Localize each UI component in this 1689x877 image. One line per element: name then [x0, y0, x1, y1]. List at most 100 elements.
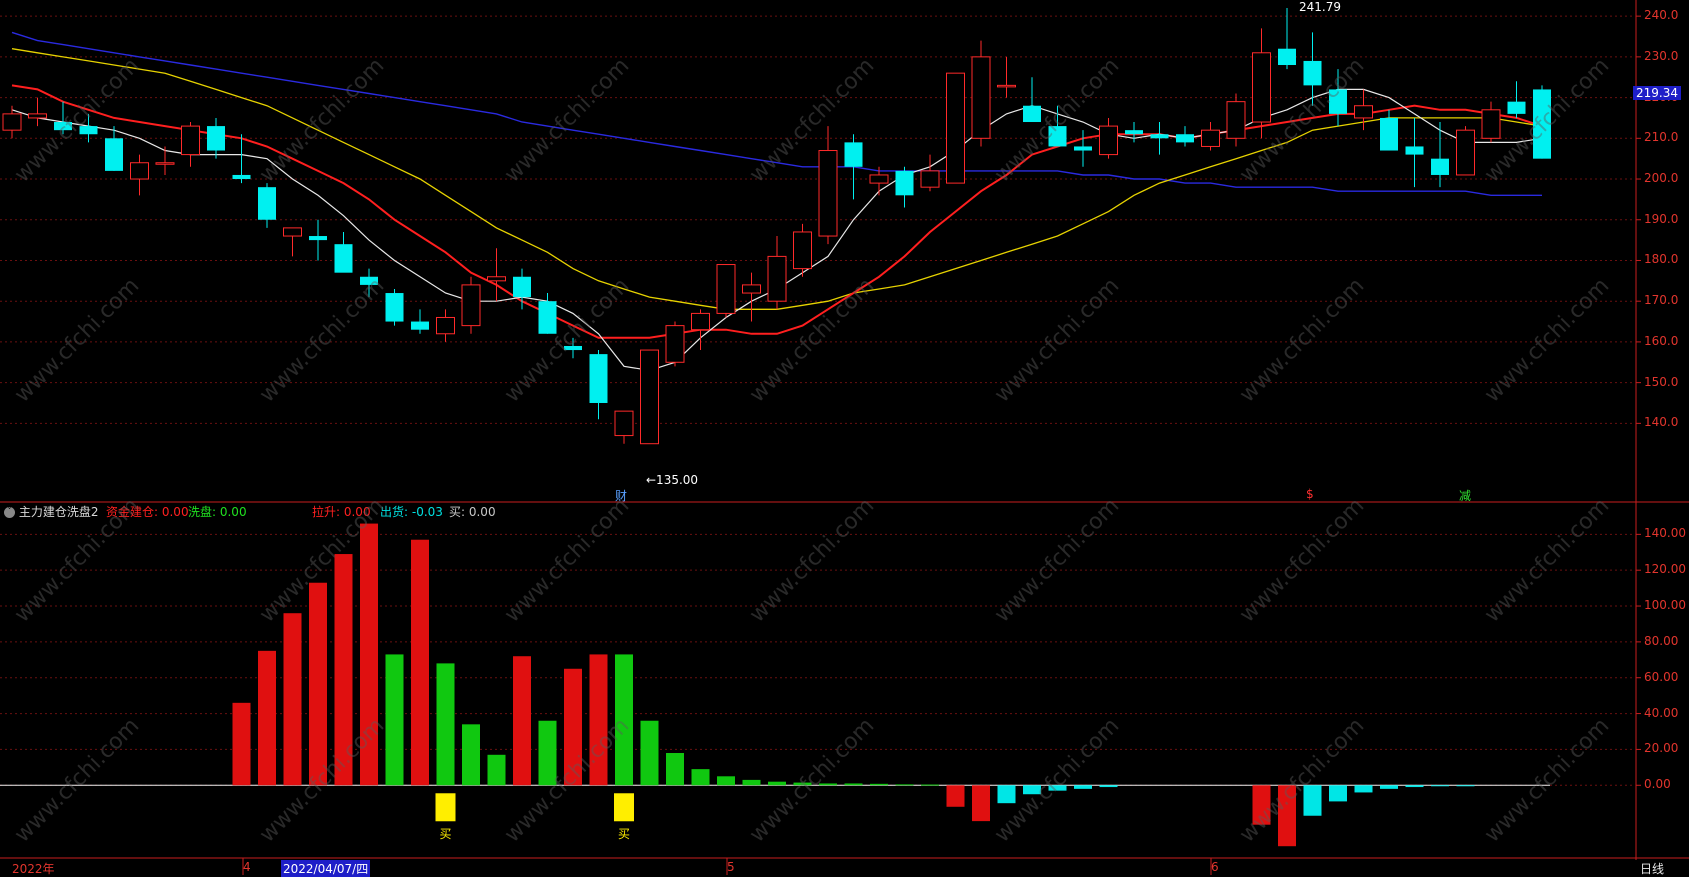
indicator-bar: [844, 783, 863, 786]
candle-body: [742, 284, 761, 294]
low-price-label: ←135.00: [646, 473, 699, 487]
indicator-bar: [334, 554, 353, 786]
candle-body: [207, 126, 225, 151]
indicator-bar: [1278, 785, 1296, 847]
candle-body: [411, 321, 429, 330]
candle-body: [1074, 146, 1092, 151]
candle-body: [1481, 109, 1501, 139]
candle-body: [971, 56, 991, 139]
indicator-field: 出货: -0.03: [380, 503, 443, 520]
event-mark-reduce[interactable]: 减: [1459, 487, 1471, 504]
high-price-label: 241.79: [1299, 0, 1341, 14]
indicator-bar: [513, 656, 531, 786]
indicator-bar: [411, 539, 429, 786]
cursor-date: 2022/04/07/四: [281, 860, 371, 877]
indicator-collapse-icon[interactable]: ˅: [4, 507, 15, 518]
chart-canvas[interactable]: [0, 0, 1689, 875]
candle-body: [844, 142, 863, 167]
candle-body: [2, 113, 22, 131]
candle-body: [1252, 52, 1271, 123]
price-tick-label: 240.0: [1644, 8, 1679, 23]
indicator-field-value: -0.03: [408, 505, 443, 519]
indicator-bar: [972, 785, 990, 822]
indicator-bar: [895, 784, 914, 786]
indicator-bar: [1099, 785, 1118, 788]
indicator-bar: [768, 781, 786, 786]
price-tick-label: 180.0: [1644, 252, 1679, 267]
indicator-bar: [666, 753, 684, 786]
ma5-line: [11, 88, 1543, 372]
candle-body: [258, 187, 276, 220]
indicator-bar: [462, 724, 480, 786]
indicator-bar: [997, 785, 1016, 804]
period-label[interactable]: 日线: [1640, 860, 1664, 877]
candle-body: [232, 174, 251, 180]
axis-month-6: 6: [1211, 860, 1219, 874]
candle-body: [360, 276, 378, 285]
indicator-field: 拉升: 0.00: [312, 503, 371, 520]
indicator-bar: [1456, 785, 1475, 787]
price-tick-label: 160.0: [1644, 333, 1679, 348]
event-mark-dividend[interactable]: $: [1306, 487, 1314, 501]
candle-body: [1329, 89, 1347, 114]
indicator-bar: [385, 654, 404, 786]
indicator-field-value: 0.00: [216, 505, 247, 519]
candle-body: [79, 126, 98, 135]
axis-month-5: 5: [727, 860, 735, 874]
candle-body: [640, 349, 659, 445]
candle-body: [1201, 129, 1220, 147]
indicator-bar: [487, 754, 506, 786]
candle-body: [513, 276, 531, 298]
event-mark-finance[interactable]: 财: [615, 487, 627, 504]
indicator-field-value: 0.00: [158, 505, 189, 519]
candle-body: [920, 170, 940, 188]
candle-body: [283, 227, 302, 237]
indicator-field-label: 洗盘:: [188, 505, 217, 519]
candle-body: [818, 150, 838, 237]
indicator-field: 买: 0.00: [449, 503, 496, 520]
indicator-bar: [1380, 785, 1398, 789]
candle-body: [487, 276, 506, 282]
candle-body: [1431, 158, 1449, 175]
buy-signal-label: 买: [618, 827, 631, 842]
axis-year: 2022年: [12, 862, 55, 876]
indicator-field-label: 拉升:: [312, 505, 341, 519]
indicator-field-label: 出货:: [380, 505, 409, 519]
indicator-tick-label: 20.00: [1644, 741, 1679, 756]
indicator-field-value: 0.00: [340, 505, 371, 519]
candle-body: [334, 244, 353, 273]
candle-body: [309, 236, 327, 241]
indicator-tick-label: 40.00: [1644, 705, 1679, 720]
indicator-bar: [921, 784, 939, 786]
indicator-bar: [360, 523, 378, 786]
indicator-bar: [436, 663, 455, 786]
candle-body: [1048, 126, 1067, 147]
indicator-bar: [1329, 785, 1347, 802]
candle-body: [1533, 89, 1551, 159]
candle-body: [946, 72, 965, 184]
indicator-bar: [793, 782, 812, 786]
candle-body: [538, 301, 557, 334]
indicator-field: 资金建仓: 0.00: [106, 503, 189, 520]
indicator-bar: [717, 776, 735, 786]
candle-body: [1380, 117, 1398, 151]
indicator-tick-label: 0.00: [1644, 777, 1671, 792]
price-tick-label: 230.0: [1644, 48, 1679, 63]
indicator-field-label: 资金建仓:: [106, 505, 159, 519]
indicator-bar: [870, 783, 888, 786]
candle-body: [716, 264, 736, 314]
indicator-bar: [309, 582, 327, 786]
axis-month-4: 4: [243, 860, 251, 874]
buy-signal-label: 买: [439, 827, 452, 842]
indicator-bar: [589, 654, 608, 786]
indicator-bar: [691, 769, 710, 786]
candle-body: [54, 122, 72, 131]
price-tick-label: 140.0: [1644, 415, 1679, 430]
candle-body: [1099, 125, 1118, 156]
candle-body: [28, 113, 47, 119]
candle-body: [1507, 101, 1526, 114]
candle-body: [614, 410, 634, 437]
indicator-tick-label: 100.00: [1644, 598, 1686, 613]
price-tick-label: 210.0: [1644, 130, 1679, 145]
indicator-bar: [1303, 785, 1322, 816]
